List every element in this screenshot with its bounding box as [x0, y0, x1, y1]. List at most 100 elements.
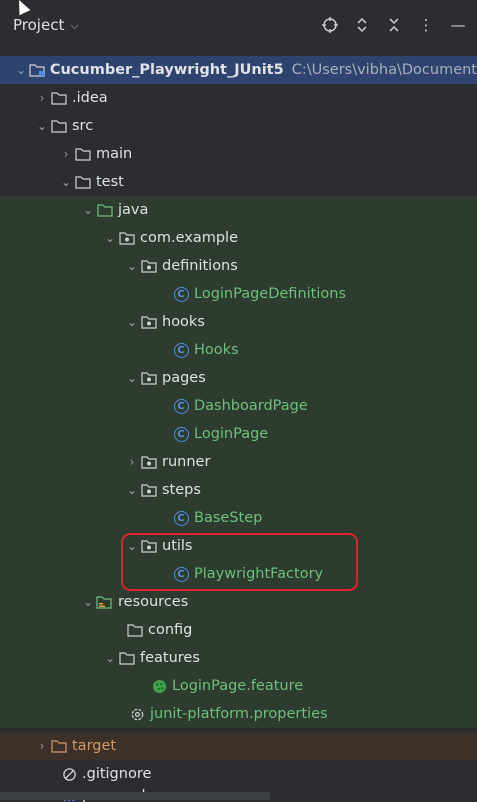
package-icon	[140, 313, 158, 331]
chevron-down-icon[interactable]: ⌄	[58, 175, 74, 189]
project-title: Project	[13, 16, 65, 34]
tree-item-test[interactable]: ⌄ test	[0, 168, 477, 196]
class-icon: C	[172, 397, 190, 415]
tree-item-path: C:\Users\vibha\Document	[291, 62, 477, 78]
tree-item-label: .idea	[72, 90, 108, 106]
chevron-down-icon[interactable]: ⌄	[124, 259, 140, 273]
tree-item-label: src	[72, 118, 94, 134]
folder-icon	[50, 89, 68, 107]
test-source-folder-icon	[96, 201, 114, 219]
tree-item-label: LoginPage.feature	[172, 678, 304, 694]
minimize-icon[interactable]: —	[449, 15, 467, 35]
tree-item-project-root[interactable]: ⌄ Cucumber_Playwright_JUnit5 C:\Users\vi…	[0, 56, 477, 84]
class-icon: C	[172, 341, 190, 359]
collapse-icon[interactable]	[385, 15, 403, 35]
folder-icon	[126, 621, 144, 639]
tree-item-features[interactable]: ⌄ features	[0, 644, 477, 672]
chevron-down-icon[interactable]: ⌄	[80, 203, 96, 217]
chevron-down-icon[interactable]: ⌄	[102, 651, 118, 665]
chevron-down-icon: ⌵	[70, 19, 79, 32]
package-icon	[140, 369, 158, 387]
package-icon	[118, 229, 136, 247]
folder-icon	[50, 117, 68, 135]
tree-item-dashboardpage[interactable]: C DashboardPage	[0, 392, 477, 420]
tree-item-gitignore[interactable]: .gitignore	[0, 760, 477, 788]
tree-item-label: main	[96, 146, 133, 162]
tree-item-label: test	[96, 174, 124, 190]
chevron-down-icon[interactable]: ⌄	[102, 231, 118, 245]
module-icon	[29, 61, 46, 79]
horizontal-scrollbar[interactable]	[0, 792, 270, 800]
tree-item-src[interactable]: ⌄ src	[0, 112, 477, 140]
tree-item-label: java	[118, 202, 149, 218]
tree-item-label: resources	[118, 594, 189, 610]
class-icon: C	[172, 425, 190, 443]
locate-icon[interactable]	[321, 15, 339, 35]
resources-folder-icon	[96, 593, 114, 611]
tree-item-label: .gitignore	[82, 766, 152, 782]
ignore-icon	[60, 765, 78, 783]
tree-item-label: definitions	[162, 258, 238, 274]
chevron-down-icon[interactable]: ⌄	[80, 595, 96, 609]
package-icon	[140, 453, 158, 471]
tree-item-runner[interactable]: › runner	[0, 448, 477, 476]
chevron-right-icon[interactable]: ›	[58, 147, 74, 161]
tree-item-label: runner	[162, 454, 211, 470]
folder-icon	[74, 145, 92, 163]
tree-item-target[interactable]: › target	[0, 732, 477, 760]
tree-item-loginpage-feature[interactable]: LoginPage.feature	[0, 672, 477, 700]
package-icon	[140, 481, 158, 499]
tree-item-label: config	[148, 622, 193, 638]
chevron-down-icon[interactable]: ⌄	[124, 371, 140, 385]
tree-item-label: Cucumber_Playwright_JUnit5	[49, 62, 284, 78]
chevron-down-icon[interactable]: ⌄	[124, 315, 140, 329]
tree-item-pages[interactable]: ⌄ pages	[0, 364, 477, 392]
tree-item-label: features	[140, 650, 200, 666]
tree-item-main[interactable]: › main	[0, 140, 477, 168]
tree-item-label: BaseStep	[194, 510, 263, 526]
expand-icon[interactable]	[353, 15, 371, 35]
tree-item-label: LoginPage	[194, 426, 269, 442]
chevron-down-icon[interactable]: ⌄	[34, 119, 50, 133]
tree-item-definitions[interactable]: ⌄ definitions	[0, 252, 477, 280]
tree-item-loginpagedefinitions[interactable]: C LoginPageDefinitions	[0, 280, 477, 308]
tree-item-junit-properties[interactable]: junit-platform.properties	[0, 700, 477, 728]
tree-item-hooks[interactable]: ⌄ hooks	[0, 308, 477, 336]
tree-item-config[interactable]: config	[0, 616, 477, 644]
chevron-down-icon[interactable]: ⌄	[13, 63, 28, 77]
tree-item-label: Hooks	[194, 342, 239, 358]
tree-item-idea[interactable]: › .idea	[0, 84, 477, 112]
folder-icon	[74, 173, 92, 191]
tree-item-label: hooks	[162, 314, 205, 330]
gear-icon	[128, 705, 146, 723]
more-icon[interactable]: ⋮	[417, 15, 435, 35]
tree-item-label: target	[72, 738, 117, 754]
chevron-right-icon[interactable]: ›	[34, 739, 50, 753]
tree-item-basestep[interactable]: C BaseStep	[0, 504, 477, 532]
tree-item-loginpage[interactable]: C LoginPage	[0, 420, 477, 448]
tree-item-label: LoginPageDefinitions	[194, 286, 346, 302]
mouse-cursor	[13, 0, 31, 16]
excluded-folder-icon	[50, 737, 68, 755]
class-icon: C	[172, 509, 190, 527]
package-icon	[140, 257, 158, 275]
tree-item-label: pages	[162, 370, 206, 386]
highlight-box	[121, 533, 358, 591]
tree-item-hooks-class[interactable]: C Hooks	[0, 336, 477, 364]
tree-item-label: com.example	[140, 230, 238, 246]
tree-item-java[interactable]: ⌄ java	[0, 196, 477, 224]
tree-item-com-example[interactable]: ⌄ com.example	[0, 224, 477, 252]
folder-icon	[118, 649, 136, 667]
chevron-down-icon[interactable]: ⌄	[124, 483, 140, 497]
project-view-selector[interactable]: Project ⌵	[13, 16, 79, 34]
tree-item-steps[interactable]: ⌄ steps	[0, 476, 477, 504]
cucumber-icon	[150, 677, 168, 695]
tree-item-resources[interactable]: ⌄ resources	[0, 588, 477, 616]
chevron-right-icon[interactable]: ›	[124, 455, 140, 469]
chevron-right-icon[interactable]: ›	[34, 91, 50, 105]
class-icon: C	[172, 285, 190, 303]
tree-item-label: junit-platform.properties	[150, 706, 328, 722]
project-toolbar: Project ⌵ ⋮ —	[0, 0, 477, 52]
tree-item-label: DashboardPage	[194, 398, 308, 414]
tree-item-label: steps	[162, 482, 201, 498]
